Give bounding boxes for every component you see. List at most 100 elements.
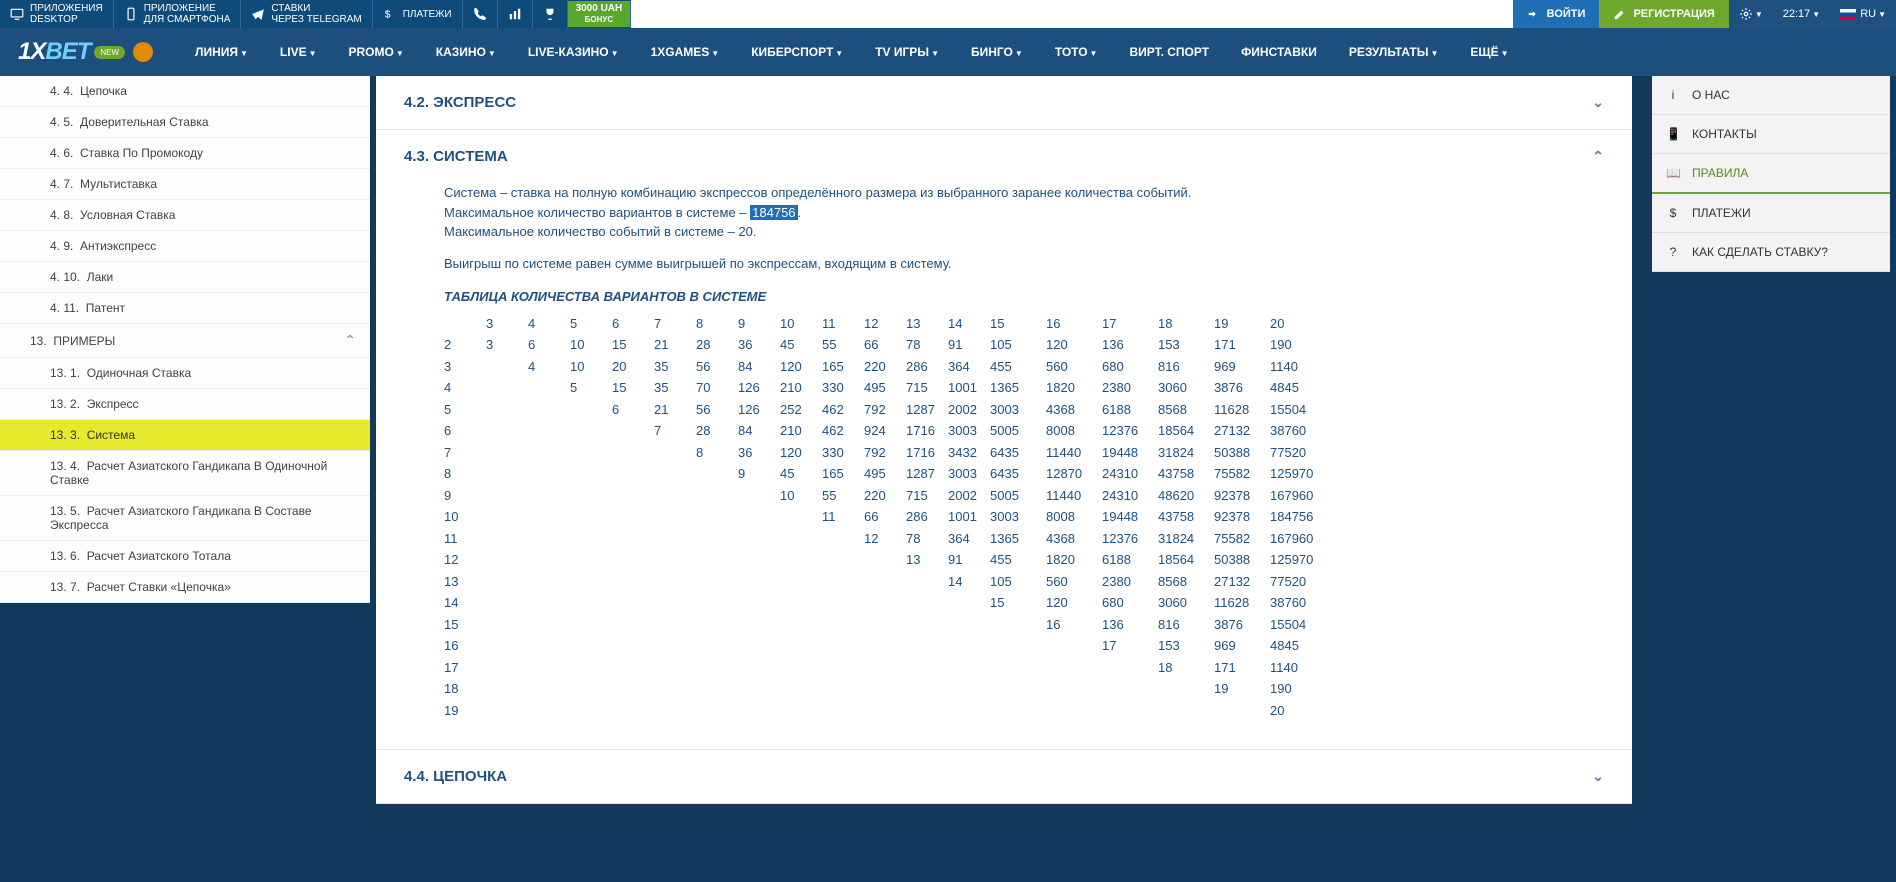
- toc-section[interactable]: 13. ПРИМЕРЫ⌃: [0, 324, 370, 358]
- toc-item[interactable]: 4. 8. Условная Ставка: [0, 200, 370, 231]
- clock[interactable]: 22:17▼: [1773, 0, 1830, 28]
- register-icon: [1613, 7, 1627, 21]
- sidenav-icon: ?: [1666, 245, 1680, 259]
- sidenav-item[interactable]: $ПЛАТЕЖИ: [1652, 194, 1890, 233]
- side-nav: iО НАС📱КОНТАКТЫ📖ПРАВИЛА$ПЛАТЕЖИ?КАК СДЕЛ…: [1652, 76, 1890, 272]
- register-button[interactable]: РЕГИСТРАЦИЯ: [1599, 0, 1728, 28]
- section-4-3-body: Система – ставка на полную комбинацию эк…: [376, 183, 1632, 749]
- toc-item[interactable]: 4. 4. Цепочка: [0, 76, 370, 107]
- flag-icon: [1840, 9, 1856, 20]
- lang-switch[interactable]: RU▼: [1830, 0, 1896, 28]
- sidenav-item[interactable]: ?КАК СДЕЛАТЬ СТАВКУ?: [1652, 233, 1890, 272]
- badge-new: NEW: [94, 46, 125, 59]
- nav-item-5[interactable]: 1XGAMES▼: [637, 33, 734, 71]
- table-row: 4515357012621033049571510011365182023803…: [444, 377, 1326, 399]
- chevron-down-icon: ▼: [931, 49, 939, 58]
- toc-item[interactable]: 4. 11. Патент: [0, 293, 370, 324]
- phone-icon: [473, 7, 487, 21]
- bonus-badge[interactable]: 3000 UAHБОНУС: [568, 0, 632, 28]
- table-row: 1314105560238085682713277520: [444, 571, 1326, 593]
- chevron-down-icon: ▼: [240, 49, 248, 58]
- section-4-4-head[interactable]: 4.4. ЦЕПОЧКА ⌄: [376, 750, 1632, 803]
- chevron-down-icon: ▼: [1878, 10, 1886, 19]
- toc-item[interactable]: 4. 7. Мультиставка: [0, 169, 370, 200]
- app-mobile[interactable]: ПРИЛОЖЕНИЕДЛЯ СМАРТФОНА: [114, 0, 242, 28]
- nav-item-9[interactable]: ТОТО▼: [1041, 33, 1112, 71]
- nav-item-0[interactable]: ЛИНИЯ▼: [181, 33, 262, 71]
- payments-link[interactable]: $ ПЛАТЕЖИ: [373, 0, 463, 28]
- app-desktop[interactable]: ПРИЛОЖЕНИЯDESKTOP: [0, 0, 114, 28]
- table-row: 3410203556841201652202863644555606808169…: [444, 356, 1326, 378]
- table-row: 141512068030601162838760: [444, 592, 1326, 614]
- content: 4.2. ЭКСПРЕСС ⌄ 4.3. СИСТЕМА ⌃ Система –…: [376, 76, 1632, 804]
- table-row: 1819190: [444, 678, 1326, 700]
- nav-item-4[interactable]: LIVE-КАЗИНО▼: [514, 33, 633, 71]
- toc-item[interactable]: 13. 5. Расчет Азиатского Гандикапа В Сос…: [0, 496, 370, 541]
- topbar: ПРИЛОЖЕНИЯDESKTOP ПРИЛОЖЕНИЕДЛЯ СМАРТФОН…: [0, 0, 1896, 28]
- table-title: ТАБЛИЦА КОЛИЧЕСТВА ВАРИАНТОВ В СИСТЕМЕ: [444, 287, 1604, 307]
- toc-item[interactable]: 13. 7. Расчет Ставки «Цепочка»: [0, 572, 370, 603]
- chevron-down-icon: ▼: [396, 49, 404, 58]
- sidenav-icon: 📱: [1666, 127, 1680, 141]
- nav-item-13[interactable]: ЕЩЁ▼: [1456, 33, 1522, 71]
- topbar-spacer: [631, 0, 1512, 28]
- bets-telegram[interactable]: СТАВКИЧЕРЕЗ TELEGRAM: [241, 0, 372, 28]
- chevron-down-icon: ⌄: [1592, 94, 1604, 111]
- table-row: 5621561262524627921287200230034368618885…: [444, 399, 1326, 421]
- variants-table: 3456789101112131415161718192023610152128…: [444, 313, 1326, 722]
- sidenav-item[interactable]: 📖ПРАВИЛА: [1652, 154, 1890, 194]
- section-4-3-head[interactable]: 4.3. СИСТЕМА ⌃: [376, 130, 1632, 183]
- toc-item[interactable]: 4. 9. Антиэкспресс: [0, 231, 370, 262]
- toc-item[interactable]: 13. 3. Система: [0, 420, 370, 451]
- table-row: 8945165495128730036435128702431043758755…: [444, 463, 1326, 485]
- nav-item-2[interactable]: PROMO▼: [335, 33, 418, 71]
- pumpkin-icon: [133, 42, 153, 62]
- nav-item-6[interactable]: КИБЕРСПОРТ▼: [737, 33, 857, 71]
- table-row: 17181711140: [444, 657, 1326, 679]
- login-button[interactable]: ВОЙТИ: [1513, 0, 1600, 28]
- toc-item[interactable]: 13. 2. Экспресс: [0, 389, 370, 420]
- sidenav-item[interactable]: 📱КОНТАКТЫ: [1652, 115, 1890, 154]
- sidenav-item[interactable]: iО НАС: [1652, 76, 1890, 115]
- chevron-up-icon: ⌃: [1592, 148, 1604, 165]
- chevron-down-icon: ▼: [1015, 49, 1023, 58]
- toc: 4. 4. Цепочка4. 5. Доверительная Ставка4…: [0, 76, 370, 603]
- nav-item-1[interactable]: LIVE▼: [266, 33, 331, 71]
- table-row: 9105522071520025005114402431048620923781…: [444, 485, 1326, 507]
- logo[interactable]: 1XBET: [18, 38, 90, 66]
- chevron-down-icon: ▼: [309, 49, 317, 58]
- section-4-3: 4.3. СИСТЕМА ⌃ Система – ставка на полну…: [376, 130, 1632, 750]
- section-4-2-head[interactable]: 4.2. ЭКСПРЕСС ⌄: [376, 76, 1632, 129]
- nav-item-11[interactable]: ФИНСТАВКИ: [1227, 33, 1331, 71]
- sidenav-icon: i: [1666, 88, 1680, 102]
- settings-button[interactable]: ▼: [1729, 0, 1773, 28]
- chevron-down-icon: ▼: [835, 49, 843, 58]
- nav-item-7[interactable]: TV ИГРЫ▼: [861, 33, 953, 71]
- toc-item[interactable]: 13. 1. Одиночная Ставка: [0, 358, 370, 389]
- nav-item-10[interactable]: ВИРТ. СПОРТ: [1115, 33, 1223, 71]
- sidenav-icon: $: [1666, 206, 1680, 220]
- login-icon: [1527, 7, 1541, 21]
- phone-link[interactable]: [463, 0, 498, 28]
- toc-item[interactable]: 4. 10. Лаки: [0, 262, 370, 293]
- toc-item[interactable]: 13. 4. Расчет Азиатского Гандикапа В Оди…: [0, 451, 370, 496]
- mobile-icon: [124, 7, 138, 21]
- table-row: 2361015212836455566789110512013615317119…: [444, 334, 1326, 356]
- toc-item[interactable]: 13. 6. Расчет Азиатского Тотала: [0, 541, 370, 572]
- stats-link[interactable]: [498, 0, 533, 28]
- nav-item-12[interactable]: РЕЗУЛЬТАТЫ▼: [1335, 33, 1453, 71]
- nav-item-8[interactable]: БИНГО▼: [957, 33, 1037, 71]
- chevron-down-icon: ▼: [711, 49, 719, 58]
- toc-item[interactable]: 4. 5. Доверительная Ставка: [0, 107, 370, 138]
- desktop-l2: DESKTOP: [30, 14, 78, 25]
- sidenav-icon: 📖: [1666, 166, 1680, 180]
- table-row: 1920: [444, 700, 1326, 722]
- table-row: 16171539694845: [444, 635, 1326, 657]
- section-4-4: 4.4. ЦЕПОЧКА ⌄: [376, 750, 1632, 804]
- trophy-link[interactable]: [533, 0, 568, 28]
- table-row: 11127836413654368123763182475582167960: [444, 528, 1326, 550]
- chevron-down-icon: ▼: [611, 49, 619, 58]
- nav-item-3[interactable]: КАЗИНО▼: [422, 33, 510, 71]
- nav-menu: ЛИНИЯ▼LIVE▼PROMO▼КАЗИНО▼LIVE-КАЗИНО▼1XGA…: [181, 33, 1523, 71]
- toc-item[interactable]: 4. 6. Ставка По Промокоду: [0, 138, 370, 169]
